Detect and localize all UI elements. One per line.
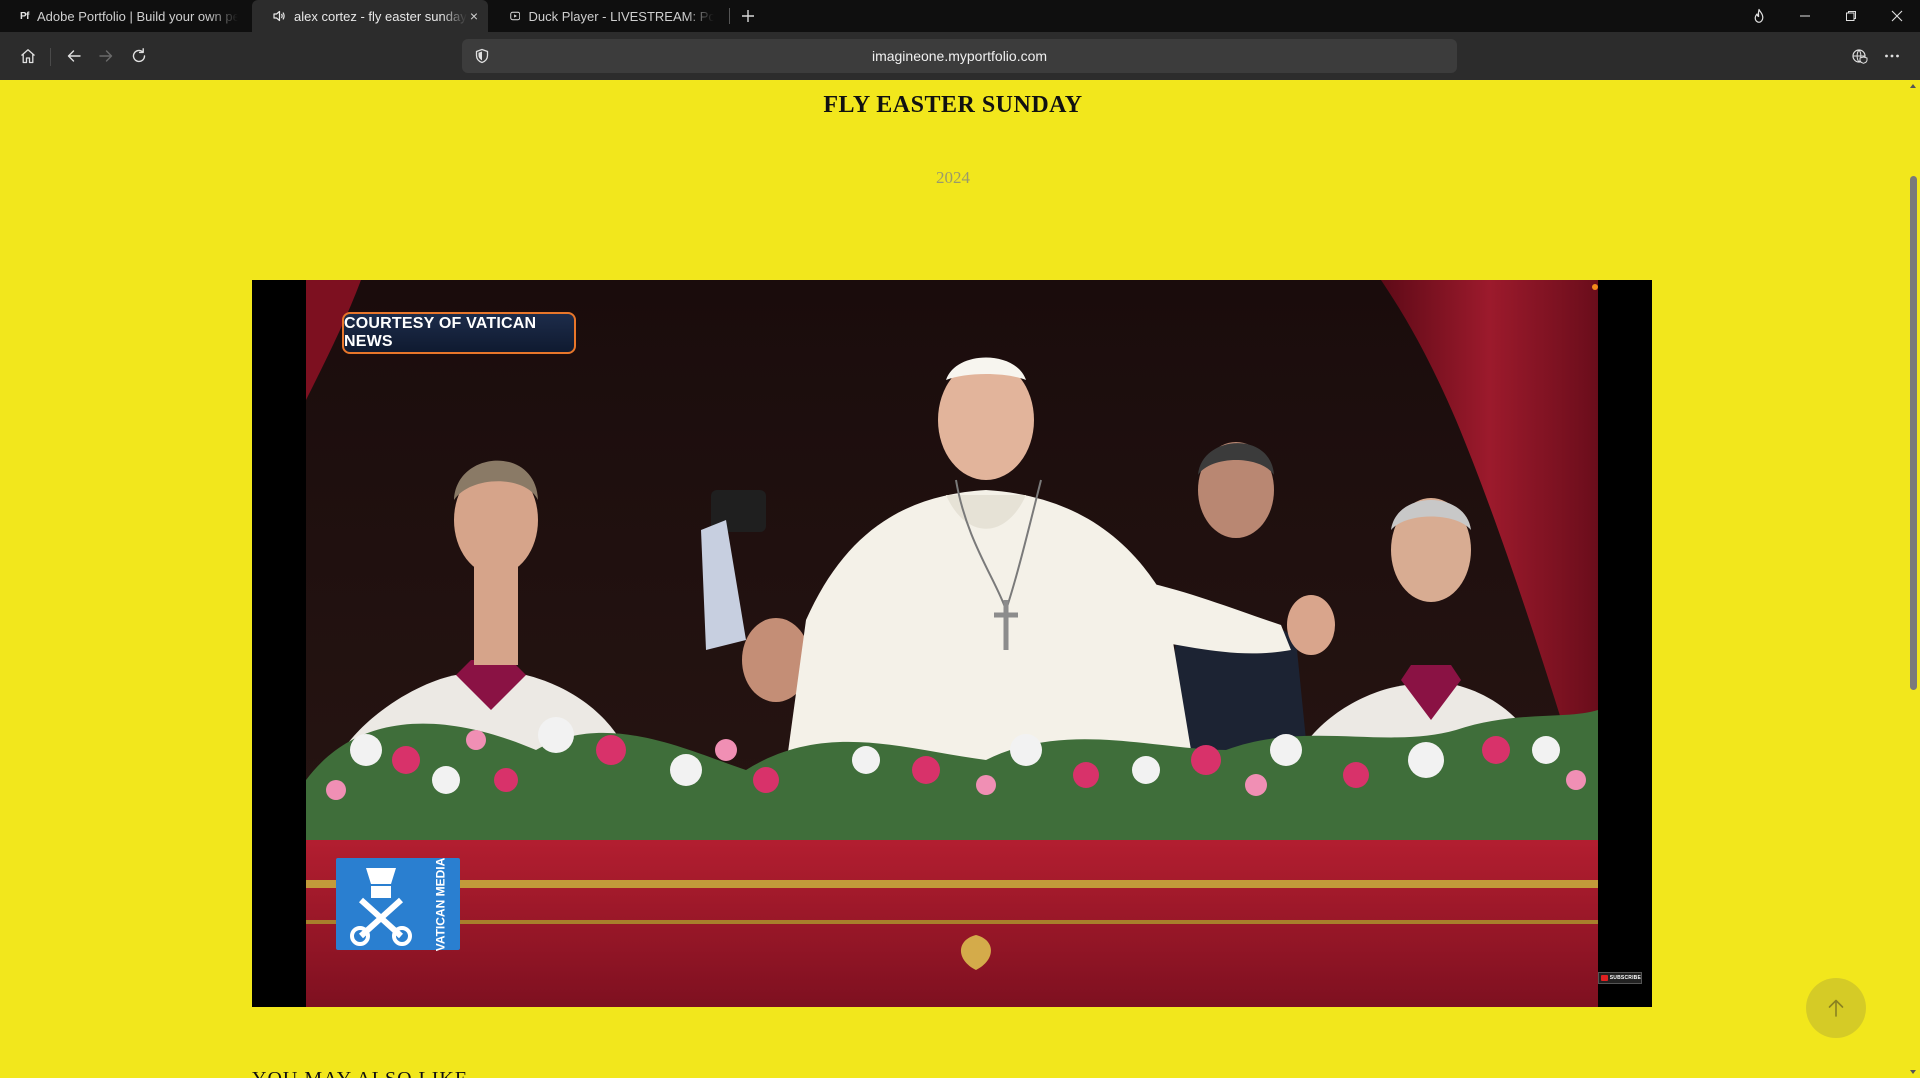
courtesy-banner: COURTESY OF VATICAN NEWS — [342, 312, 576, 354]
tab-fly-easter-sunday[interactable]: alex cortez - fly easter sunday × — [252, 0, 488, 32]
url-text: imagineone.myportfolio.com — [871, 48, 1048, 64]
pope-hand — [1287, 595, 1335, 655]
globe-shield-icon — [1852, 49, 1868, 64]
restore-icon — [1846, 11, 1856, 21]
live-dot — [1592, 284, 1598, 290]
scroll-up-arrow[interactable] — [1909, 82, 1917, 90]
railing-gold-band — [306, 880, 1598, 888]
video-frame — [306, 280, 1598, 1007]
video-player[interactable]: COURTESY OF VATICAN NEWS VATICAN MEDIA S… — [252, 280, 1652, 1007]
project-year: 2024 — [936, 168, 970, 187]
back-button[interactable] — [60, 42, 88, 70]
subscribe-badge[interactable]: SUBSCRIBE — [1598, 972, 1642, 984]
youtube-icon — [1601, 975, 1608, 981]
duck-player-icon — [510, 11, 521, 21]
caret-up-icon — [1910, 84, 1916, 88]
plus-icon — [742, 10, 754, 22]
crossed-keys-icon — [350, 868, 412, 946]
adobe-portfolio-icon: Pf — [20, 10, 30, 22]
tab-label: Duck Player - LIVESTREAM: Pope Francis — [528, 8, 714, 24]
tab-label: alex cortez - fly easter sunday — [294, 8, 467, 24]
page-viewport: FLY EASTER SUNDAY 2024 COURTESY OF VATIC… — [0, 80, 1906, 1078]
minimize-button[interactable] — [1782, 0, 1828, 32]
nav-divider — [50, 48, 51, 66]
scroll-down-arrow[interactable] — [1909, 1068, 1917, 1076]
scroll-to-top-button[interactable] — [1806, 978, 1866, 1038]
reload-button[interactable] — [125, 42, 153, 70]
navigation-bar: imagineone.myportfolio.com — [0, 32, 1920, 80]
menu-button[interactable] — [1878, 42, 1906, 70]
restore-button[interactable] — [1828, 0, 1874, 32]
flame-icon — [1754, 8, 1764, 23]
subscribe-label: SUBSCRIBE — [1609, 975, 1641, 981]
more-icon — [1885, 54, 1899, 58]
minimize-icon — [1800, 15, 1810, 17]
tab-strip: Pf Adobe Portfolio | Build your own pers… — [0, 0, 1920, 32]
home-icon — [21, 49, 35, 64]
tab-adobe-portfolio[interactable]: Pf Adobe Portfolio | Build your own pers… — [0, 0, 250, 32]
courtesy-label: COURTESY OF VATICAN NEWS — [344, 315, 537, 350]
tab-duck-player[interactable]: Duck Player - LIVESTREAM: Pope Francis — [490, 0, 726, 32]
fire-button[interactable] — [1736, 0, 1782, 32]
arrow-left-icon — [67, 50, 81, 62]
speaker-icon[interactable] — [272, 9, 286, 23]
reload-icon — [132, 48, 146, 63]
close-window-button[interactable] — [1874, 0, 1920, 32]
tab-label: Adobe Portfolio | Build your own persona… — [37, 8, 238, 24]
home-button[interactable] — [14, 42, 42, 70]
pope-head — [938, 360, 1034, 480]
caret-down-icon — [1910, 1070, 1916, 1074]
arrow-right-icon — [99, 50, 113, 62]
tab-separator — [729, 8, 730, 24]
scrollbar-thumb[interactable] — [1910, 176, 1917, 690]
vatican-media-logo: VATICAN MEDIA — [336, 857, 460, 951]
site-protections-button[interactable] — [1846, 42, 1874, 70]
close-tab-icon[interactable]: × — [470, 8, 478, 24]
address-bar[interactable]: imagineone.myportfolio.com — [462, 39, 1457, 73]
new-tab-button[interactable] — [736, 4, 760, 28]
page-title: FLY EASTER SUNDAY — [823, 92, 1083, 118]
close-icon — [1891, 10, 1903, 22]
vatican-media-text: VATICAN MEDIA — [433, 857, 448, 951]
page-scrollbar[interactable] — [1906, 80, 1920, 1078]
arrow-up-icon — [1828, 999, 1844, 1017]
you-may-also-like-heading: YOU MAY ALSO LIKE — [252, 1068, 468, 1078]
forward-button[interactable] — [92, 42, 120, 70]
